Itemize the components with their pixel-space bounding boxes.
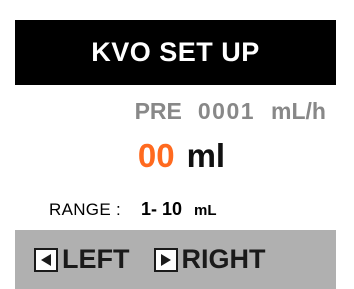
range-value: 1- 10 [141,199,183,219]
arrow-left-icon [34,247,58,272]
right-softkey[interactable]: RIGHT [153,244,266,275]
right-softkey-label: RIGHT [181,244,266,274]
page-title: KVO SET UP [91,37,260,67]
title-bar: KVO SET UP [15,20,336,85]
left-softkey-label: LEFT [62,244,130,274]
range-label: RANGE : [49,200,122,219]
settings-panel: PRE 0001 mL/h 00 ml RANGE : 1- 10 mL [15,85,336,230]
kvo-volume-row: 00 ml [15,137,336,175]
softkey-bar: LEFT RIGHT [15,230,336,289]
range-row: RANGE : 1- 10 mL [49,199,217,220]
arrow-right-icon [153,247,178,272]
preset-label: PRE [134,98,182,124]
preset-rate-unit: mL/h [271,98,326,124]
preset-rate-value: 0001 [197,98,256,124]
preset-rate-row: PRE 0001 mL/h [135,98,326,125]
kvo-volume-value[interactable]: 00 [126,137,175,175]
kvo-setup-screen: KVO SET UP PRE 0001 mL/h 00 ml RANGE : 1… [0,0,354,289]
left-softkey[interactable]: LEFT [34,244,130,275]
kvo-volume-unit: ml [186,137,226,174]
range-unit: mL [194,202,217,219]
